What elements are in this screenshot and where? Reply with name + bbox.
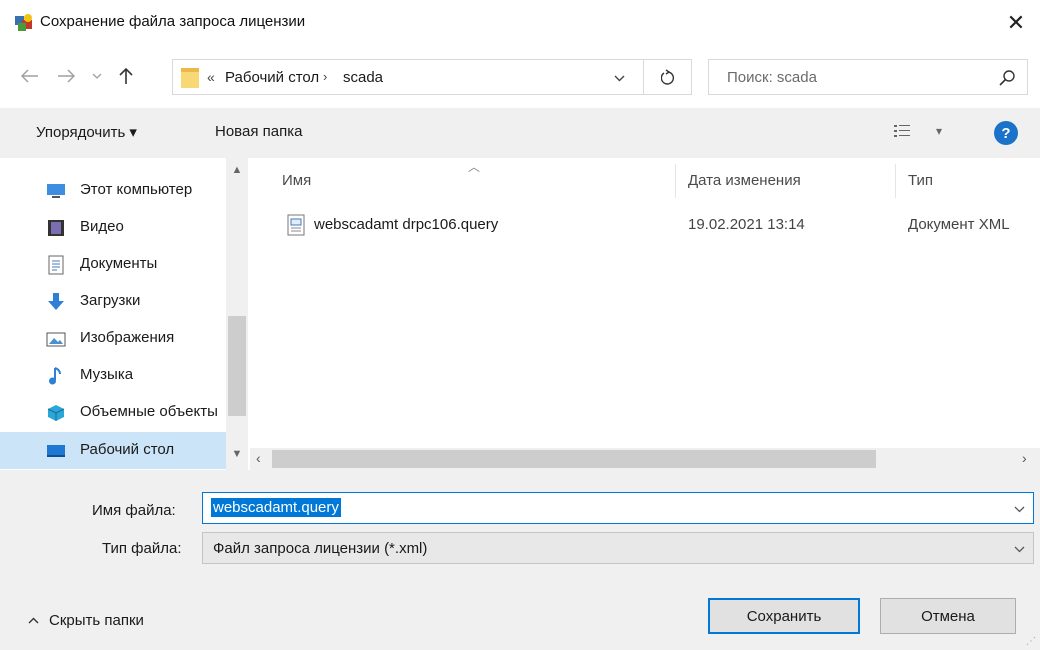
search-icon[interactable] (997, 68, 1017, 88)
scroll-up-arrow-icon[interactable]: ▲ (226, 164, 248, 182)
resize-grip-icon[interactable]: ⋰ (1026, 636, 1036, 647)
view-options-button[interactable]: ▾ (894, 122, 954, 144)
command-bar: Упорядочить ▾ Новая папка ▾ ? (0, 108, 1040, 158)
sidebar-item-label: Объемные объекты (80, 403, 218, 420)
folder-icon (181, 68, 199, 88)
help-button[interactable]: ? (994, 121, 1018, 145)
organize-button[interactable]: Упорядочить ▾ (36, 123, 137, 141)
filetype-dropdown-button[interactable] (1009, 539, 1029, 559)
back-button[interactable] (16, 62, 44, 90)
sidebar-item-pictures[interactable]: Изображения (0, 320, 226, 357)
save-options-panel: Имя файла: webscadamt.query Тип файла: Ф… (0, 470, 1040, 650)
refresh-button[interactable] (643, 60, 691, 94)
sidebar-item-label: Изображения (80, 329, 175, 346)
scrollbar-thumb[interactable] (272, 450, 876, 468)
address-overflow[interactable]: « (207, 69, 215, 85)
sidebar-scrollbar[interactable]: ▲ ▼ (226, 158, 248, 470)
column-divider[interactable] (895, 164, 896, 198)
title-bar: Сохранение файла запроса лицензии ✕ (0, 0, 1040, 46)
chevron-down-icon (1014, 506, 1024, 512)
video-icon (48, 220, 64, 236)
sidebar-item-desktop[interactable]: Рабочий стол (0, 432, 226, 469)
scroll-left-arrow-icon[interactable]: ‹ (256, 450, 261, 466)
chevron-down-icon (92, 73, 102, 79)
search-box[interactable]: Поиск: scada (708, 59, 1028, 95)
search-input[interactable]: Поиск: scada (727, 69, 817, 86)
column-name[interactable]: Имя (282, 172, 311, 189)
desktop-icon (47, 445, 65, 457)
filename-dropdown-button[interactable] (1009, 499, 1029, 519)
filename-label: Имя файла: (92, 502, 176, 519)
filetype-label: Тип файла: (102, 540, 182, 557)
arrow-right-icon (58, 69, 75, 83)
filetype-select[interactable]: Файл запроса лицензии (*.xml) (202, 532, 1034, 564)
computer-icon (47, 184, 65, 198)
details-view-icon (894, 125, 910, 137)
hide-folders-button[interactable]: Скрыть папки (28, 612, 144, 629)
navigation-bar: « Рабочий стол › scada Поиск: scada (0, 46, 1040, 108)
sidebar-item-label: Рабочий стол (80, 441, 175, 458)
cancel-button[interactable]: Отмена (880, 598, 1016, 634)
file-date: 19.02.2021 13:14 (688, 216, 805, 233)
3d-objects-icon (47, 405, 65, 421)
save-button[interactable]: Сохранить (708, 598, 860, 634)
address-bar[interactable]: « Рабочий стол › scada (172, 59, 692, 95)
sidebar-item-video[interactable]: Видео (0, 209, 226, 246)
chevron-down-icon (1014, 546, 1024, 552)
forward-button[interactable] (52, 62, 80, 90)
recent-locations-button[interactable] (86, 62, 108, 90)
view-dropdown-arrow: ▾ (936, 124, 943, 138)
scroll-right-arrow-icon[interactable]: › (1022, 450, 1027, 466)
breadcrumb-desktop[interactable]: Рабочий стол (225, 69, 319, 86)
column-date-modified[interactable]: Дата изменения (688, 172, 801, 189)
sidebar-item-music[interactable]: Музыка (0, 357, 226, 394)
sidebar-item-documents[interactable]: Документы (0, 246, 226, 283)
sidebar-item-label: Музыка (80, 366, 134, 383)
sidebar-item-label: Этот компьютер (80, 181, 193, 198)
arrow-up-icon (119, 67, 133, 84)
documents-icon (48, 255, 64, 275)
new-folder-button[interactable]: Новая папка (215, 123, 302, 140)
sidebar-item-3d-objects[interactable]: Объемные объекты (0, 394, 226, 431)
scrollbar-thumb[interactable] (228, 316, 246, 416)
column-divider[interactable] (675, 164, 676, 198)
scroll-down-arrow-icon[interactable]: ▼ (226, 448, 248, 466)
breadcrumb-separator[interactable]: › (323, 69, 327, 84)
filetype-value: Файл запроса лицензии (*.xml) (213, 540, 428, 557)
app-icon (15, 14, 32, 31)
column-type[interactable]: Тип (908, 172, 933, 189)
sidebar-item-label: Загрузки (80, 292, 141, 309)
breadcrumb-scada[interactable]: scada (343, 69, 383, 86)
downloads-icon (48, 293, 64, 310)
close-button[interactable]: ✕ (996, 6, 1036, 40)
column-header: ︿ Имя Дата изменения Тип (250, 158, 1040, 202)
filename-value[interactable]: webscadamt.query (211, 498, 341, 517)
music-icon (49, 367, 61, 385)
refresh-icon (660, 69, 674, 85)
horizontal-scrollbar[interactable]: ‹ › (250, 448, 1040, 470)
sidebar-item-label: Видео (80, 218, 124, 235)
up-button[interactable] (112, 62, 140, 90)
arrow-left-icon (21, 69, 38, 83)
window-title: Сохранение файла запроса лицензии (40, 13, 306, 30)
filename-input[interactable]: webscadamt.query (202, 492, 1034, 524)
sidebar-item-this-pc[interactable]: Этот компьютер (0, 172, 226, 209)
sort-indicator-icon: ︿ (468, 160, 481, 174)
xml-file-icon (287, 214, 305, 236)
file-row[interactable]: webscadamt drpc106.query 19.02.2021 13:1… (250, 208, 1040, 242)
sidebar-item-label: Документы (80, 255, 158, 272)
hide-folders-label: Скрыть папки (49, 612, 144, 629)
chevron-up-icon (28, 617, 39, 624)
address-dropdown-button[interactable] (607, 68, 631, 88)
sidebar-item-downloads[interactable]: Загрузки (0, 283, 226, 320)
file-type: Документ XML (908, 216, 1010, 233)
pictures-icon (46, 332, 66, 347)
file-list: ︿ Имя Дата изменения Тип webscadamt drpc… (250, 158, 1040, 470)
file-name: webscadamt drpc106.query (314, 216, 499, 233)
chevron-down-icon (614, 75, 624, 81)
navigation-pane: Этот компьютер Видео Документы Загрузки … (0, 158, 250, 470)
